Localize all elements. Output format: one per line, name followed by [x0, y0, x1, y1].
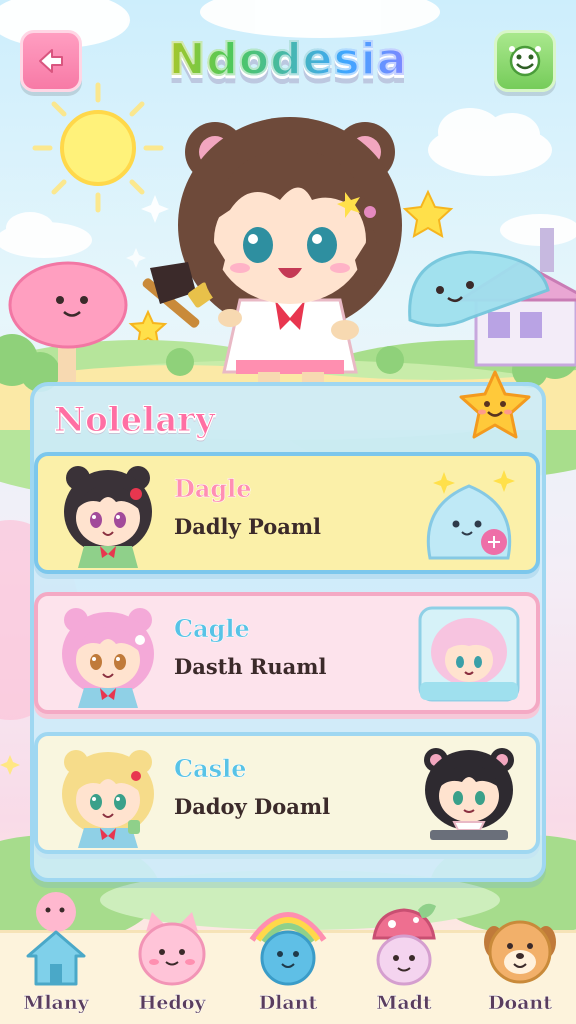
blue-slime-creature-icon — [426, 470, 515, 560]
dark-hair-girl-avatar — [64, 466, 152, 568]
character-card[interactable]: Casle Dadoy Doaml — [34, 732, 540, 854]
sun-icon — [32, 82, 164, 213]
character-card[interactable]: Cagle Dasth Ruaml — [34, 592, 540, 714]
nav-item-hedoy[interactable]: Hedoy — [122, 890, 222, 1024]
pink-cat-icon — [138, 912, 206, 986]
blue-blob-rainbow-icon — [249, 912, 327, 986]
character-name: Casle — [174, 754, 247, 784]
nav-item-dlant[interactable]: Dlant — [238, 890, 338, 1024]
nav-item-doant[interactable]: Doant — [470, 890, 570, 1024]
character-subtitle: Dasth Ruaml — [174, 654, 327, 679]
character-subtitle: Dadoy Doaml — [174, 794, 331, 819]
nav-label: Madt — [376, 992, 432, 1014]
menu-button[interactable] — [494, 30, 556, 92]
nav-label: Doant — [487, 992, 553, 1014]
nav-label: Mlany — [23, 992, 89, 1014]
blonde-hair-girl-avatar — [62, 750, 154, 848]
pink-hair-girl-card-icon — [418, 606, 520, 702]
black-hair-girl-laptop-icon — [424, 748, 514, 840]
house-icon — [26, 892, 86, 986]
game-title: Ndodesia — [0, 33, 576, 86]
dog-face-icon — [484, 920, 556, 984]
character-name: Cagle — [174, 614, 250, 644]
nav-label: Dlant — [258, 992, 318, 1014]
smiley-face-icon — [509, 45, 541, 77]
nav-label: Hedoy — [138, 992, 206, 1014]
mushroom-character-icon — [372, 903, 436, 986]
character-card[interactable]: Dagle Dadly Poaml — [34, 452, 540, 574]
star-icon — [402, 189, 454, 238]
nav-item-madt[interactable]: Madt — [354, 890, 454, 1024]
nav-item-mlany[interactable]: Mlany — [6, 890, 106, 1024]
pink-hair-girl-avatar — [62, 608, 154, 708]
panel-title: Nolelary — [54, 400, 216, 441]
character-name: Dagle — [174, 474, 252, 504]
character-subtitle: Dadly Poaml — [174, 514, 322, 539]
star-icon — [128, 309, 168, 346]
smiling-star-icon[interactable] — [456, 368, 534, 446]
